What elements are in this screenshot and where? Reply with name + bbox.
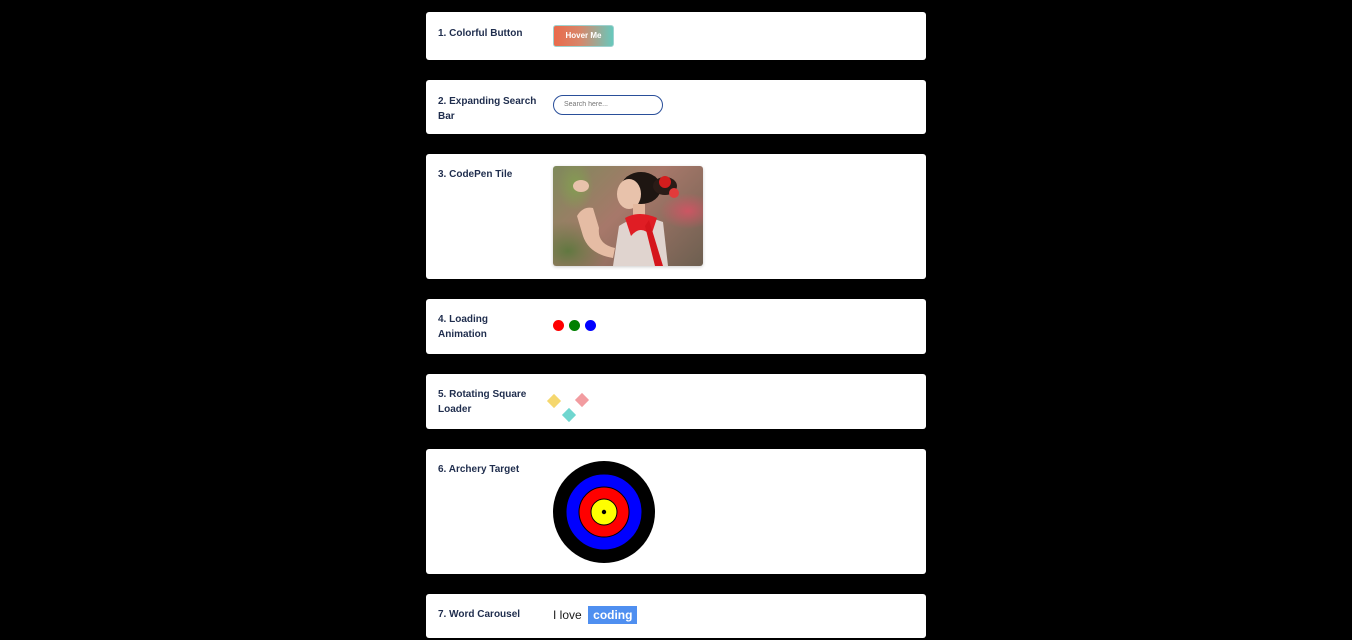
carousel-prefix: I love [553,608,582,622]
loader-square-teal [561,407,577,423]
loader-square-yellow [546,393,562,409]
portrait-illustration [573,172,679,266]
card-loading-animation: 4. Loading Animation [426,299,926,354]
card-colorful-button: 1. Colorful Button Hover Me [426,12,926,60]
loading-dot-red [553,320,564,331]
loading-dots [553,320,613,334]
card-archery-target: 6. Archery Target [426,449,926,574]
card-codepen-tile: 3. CodePen Tile [426,154,926,279]
card-label: 7. Word Carousel [438,609,521,620]
card-label: 3. CodePen Tile [438,169,513,180]
card-label: 2. Expanding Search Bar [438,96,537,122]
hover-me-button[interactable]: Hover Me [553,25,614,47]
card-label: 1. Colorful Button [438,28,523,39]
loading-dot-green [569,320,580,331]
card-word-carousel: 7. Word Carousel I love coding [426,594,926,638]
search-input[interactable] [553,94,663,115]
carousel-word: coding [588,606,638,624]
card-label: 4. Loading Animation [438,314,488,340]
archery-target[interactable] [552,460,656,564]
card-label: 6. Archery Target [438,464,520,475]
card-expanding-search: 2. Expanding Search Bar [426,80,926,134]
loading-dot-blue [585,320,596,331]
word-carousel: I love coding [553,606,638,624]
rotating-square-loader [546,391,596,425]
target-bullseye [601,509,607,515]
card-rotating-square-loader: 5. Rotating Square Loader [426,374,926,429]
codepen-tile-image[interactable] [553,166,703,266]
loader-square-pink [574,392,590,408]
card-label: 5. Rotating Square Loader [438,389,527,415]
